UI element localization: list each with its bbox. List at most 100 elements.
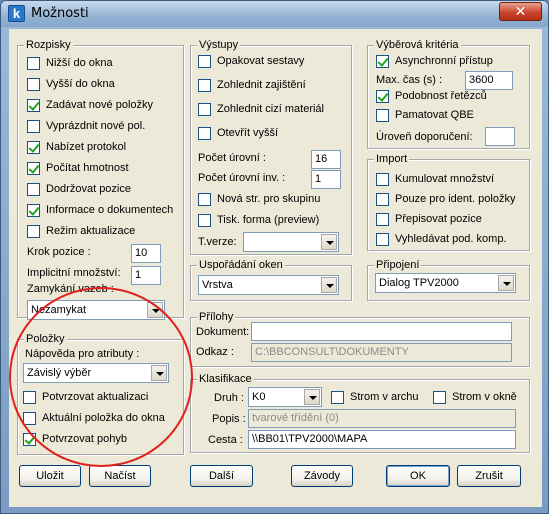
vyprazdnit-nove-pol-label: Vyprázdnit nové pol. (46, 120, 146, 132)
prepisovat-pozice-checkbox[interactable]: Přepisovat pozice (376, 211, 482, 227)
checkbox-box[interactable] (27, 203, 40, 217)
checkbox-box[interactable] (198, 78, 211, 92)
dodrzovat-pozice-checkbox[interactable]: Dodržovat pozice (27, 181, 131, 197)
checkbox-box[interactable] (376, 54, 389, 68)
checkbox-box[interactable] (198, 102, 211, 116)
tverze-label: T.verze: (198, 236, 237, 248)
druh-select[interactable]: K0 (248, 387, 322, 407)
zohlednit-cizi-material-label: Zohlednit cizí materiál (217, 103, 324, 115)
zohlednit-cizi-material-checkbox[interactable]: Zohlednit cizí materiál (198, 101, 324, 117)
checkbox-box[interactable] (27, 182, 40, 196)
odkaz-input[interactable]: C:\BBCONSULT\DOKUMENTY (251, 343, 512, 362)
pamatovat-checkbox[interactable]: Pamatovat QBE (376, 107, 474, 123)
klasifikace-title: Klasifikace (197, 372, 254, 386)
cesta-input[interactable]: \\BB01\TPV2000\MAPA (248, 430, 516, 449)
dialog-body: Rozpisky Nižší do okna Vyšší do okna Zadáv… (9, 29, 542, 507)
strom-v-archu-label: Strom v archu (350, 391, 419, 403)
title-bar[interactable]: k Možnosti ✕ (1, 1, 548, 27)
kumulovat-mnozstvi-checkbox[interactable]: Kumulovat množství (376, 171, 494, 187)
dokument-input[interactable] (251, 322, 512, 341)
checkbox-box[interactable] (27, 140, 40, 154)
pocet-urovni-input[interactable]: 16 (311, 150, 341, 169)
checkbox-box[interactable] (376, 172, 389, 186)
vyssi-do-okna-checkbox[interactable]: Vyšší do okna (27, 76, 115, 92)
uroven-label: Úroveň doporučení: (376, 131, 473, 143)
opakovat-sestavy-checkbox[interactable]: Opakovat sestavy (198, 53, 304, 69)
nabizet-protokol-checkbox[interactable]: Nabízet protokol (27, 139, 126, 155)
checkbox-box[interactable] (433, 390, 446, 404)
window-title: Možnosti (31, 6, 89, 21)
cesta-label: Cesta : (208, 434, 243, 446)
implicitni-mnozstvi-label: Implicitní množství: (27, 267, 121, 279)
nizsi-do-okna-checkbox[interactable]: Nižší do okna (27, 55, 113, 71)
checkbox-box[interactable] (27, 77, 40, 91)
checkbox-box[interactable] (376, 192, 389, 206)
chevron-down-icon[interactable] (498, 275, 514, 291)
rezim-aktualizace-checkbox[interactable]: Režim aktualizace (27, 223, 135, 239)
usporadani-select[interactable]: Vrstva (198, 275, 339, 295)
otevrit-vyssi-checkbox[interactable]: Otevřít vyšší (198, 125, 278, 141)
strom-v-archu-checkbox[interactable]: Strom v archu (331, 389, 418, 405)
checkbox-box[interactable] (331, 390, 344, 404)
pocet-urovni-label: Počet úrovní : (198, 152, 266, 164)
usporadani-value: Vrstva (202, 279, 233, 291)
checkbox-box[interactable] (27, 98, 40, 112)
app-icon: k (8, 5, 25, 22)
checkbox-box[interactable] (27, 161, 40, 175)
checkbox-box[interactable] (376, 89, 389, 103)
usporadani-title: Uspořádání oken (197, 258, 285, 272)
asynchronni-checkbox[interactable]: Asynchronní přístup (376, 53, 493, 69)
vystupy-title: Výstupy (197, 38, 241, 52)
pripojeni-select[interactable]: Dialog TPV2000 (375, 273, 516, 293)
zavody-button[interactable]: Závody (291, 465, 353, 487)
pocet-urovni-inv-input[interactable]: 1 (311, 170, 341, 189)
vyberova-title: Výběrová kritéria (374, 38, 461, 52)
zrusit-button[interactable]: Zrušit (457, 465, 521, 487)
checkbox-box[interactable] (198, 54, 211, 68)
checkbox-box[interactable] (198, 213, 211, 227)
asynchronni-label: Asynchronní přístup (395, 55, 493, 67)
nabizet-protokol-label: Nabízet protokol (46, 141, 127, 153)
krok-pozice-input[interactable]: 10 (131, 244, 161, 263)
opakovat-sestavy-label: Opakovat sestavy (217, 55, 305, 67)
pouze-pro-ident-polozky-checkbox[interactable]: Pouze pro ident. položky (376, 191, 515, 207)
prilohy-title: Přílohy (197, 310, 236, 324)
chevron-down-icon[interactable] (321, 277, 337, 293)
checkbox-box[interactable] (27, 224, 40, 238)
checkbox-box[interactable] (198, 192, 211, 206)
pocet-urovni-inv-label: Počet úrovní inv. : (198, 172, 286, 184)
uroven-input[interactable] (485, 127, 515, 146)
chevron-down-icon[interactable] (304, 389, 320, 405)
checkbox-box[interactable] (376, 232, 389, 246)
zadavat-nove-polozky-checkbox[interactable]: Zadávat nové položky (27, 97, 153, 113)
strom-v-okne-checkbox[interactable]: Strom v okně (433, 389, 517, 405)
nova-str-pro-skupinu-label: Nová str. pro skupinu (217, 193, 321, 205)
zohlednit-zajisteni-checkbox[interactable]: Zohlednit zajištění (198, 77, 306, 93)
prepisovat-pozice-label: Přepisovat pozice (395, 213, 482, 225)
podobnost-checkbox[interactable]: Podobnost řetězců (376, 88, 487, 104)
vyhledavat-pod-komp-checkbox[interactable]: Vyhledávat pod. komp. (376, 231, 507, 247)
pocitat-hmotnost-checkbox[interactable]: Počítat hmotnost (27, 160, 129, 176)
pripojeni-value: Dialog TPV2000 (379, 277, 459, 289)
zadavat-nove-polozky-label: Zadávat nové položky (46, 99, 154, 111)
checkbox-box[interactable] (198, 126, 211, 140)
informace-o-dokumentech-checkbox[interactable]: Informace o dokumentech (27, 202, 173, 218)
tverze-select[interactable] (243, 232, 339, 252)
ulozit-button[interactable]: Uložit (19, 465, 81, 487)
chevron-down-icon[interactable] (321, 234, 337, 250)
checkbox-box[interactable] (376, 108, 389, 122)
rezim-aktualizace-label: Režim aktualizace (46, 225, 136, 237)
vyprazdnit-nove-pol-checkbox[interactable]: Vyprázdnit nové pol. (27, 118, 145, 134)
ok-button[interactable]: OK (386, 465, 450, 487)
pouze-pro-ident-polozky-label: Pouze pro ident. položky (395, 193, 516, 205)
checkbox-box[interactable] (376, 212, 389, 226)
close-button[interactable]: ✕ (499, 2, 542, 21)
tisk-forma-preview-checkbox[interactable]: Tisk. forma (preview) (198, 212, 319, 228)
nacist-button[interactable]: Načíst (89, 465, 151, 487)
checkbox-box[interactable] (27, 56, 40, 70)
implicitni-mnozstvi-input[interactable]: 1 (131, 266, 161, 285)
dalsi-button[interactable]: Další (190, 465, 253, 487)
popis-input[interactable]: tvarové třídění (0) (248, 409, 516, 428)
nova-str-pro-skupinu-checkbox[interactable]: Nová str. pro skupinu (198, 191, 320, 207)
checkbox-box[interactable] (27, 119, 40, 133)
